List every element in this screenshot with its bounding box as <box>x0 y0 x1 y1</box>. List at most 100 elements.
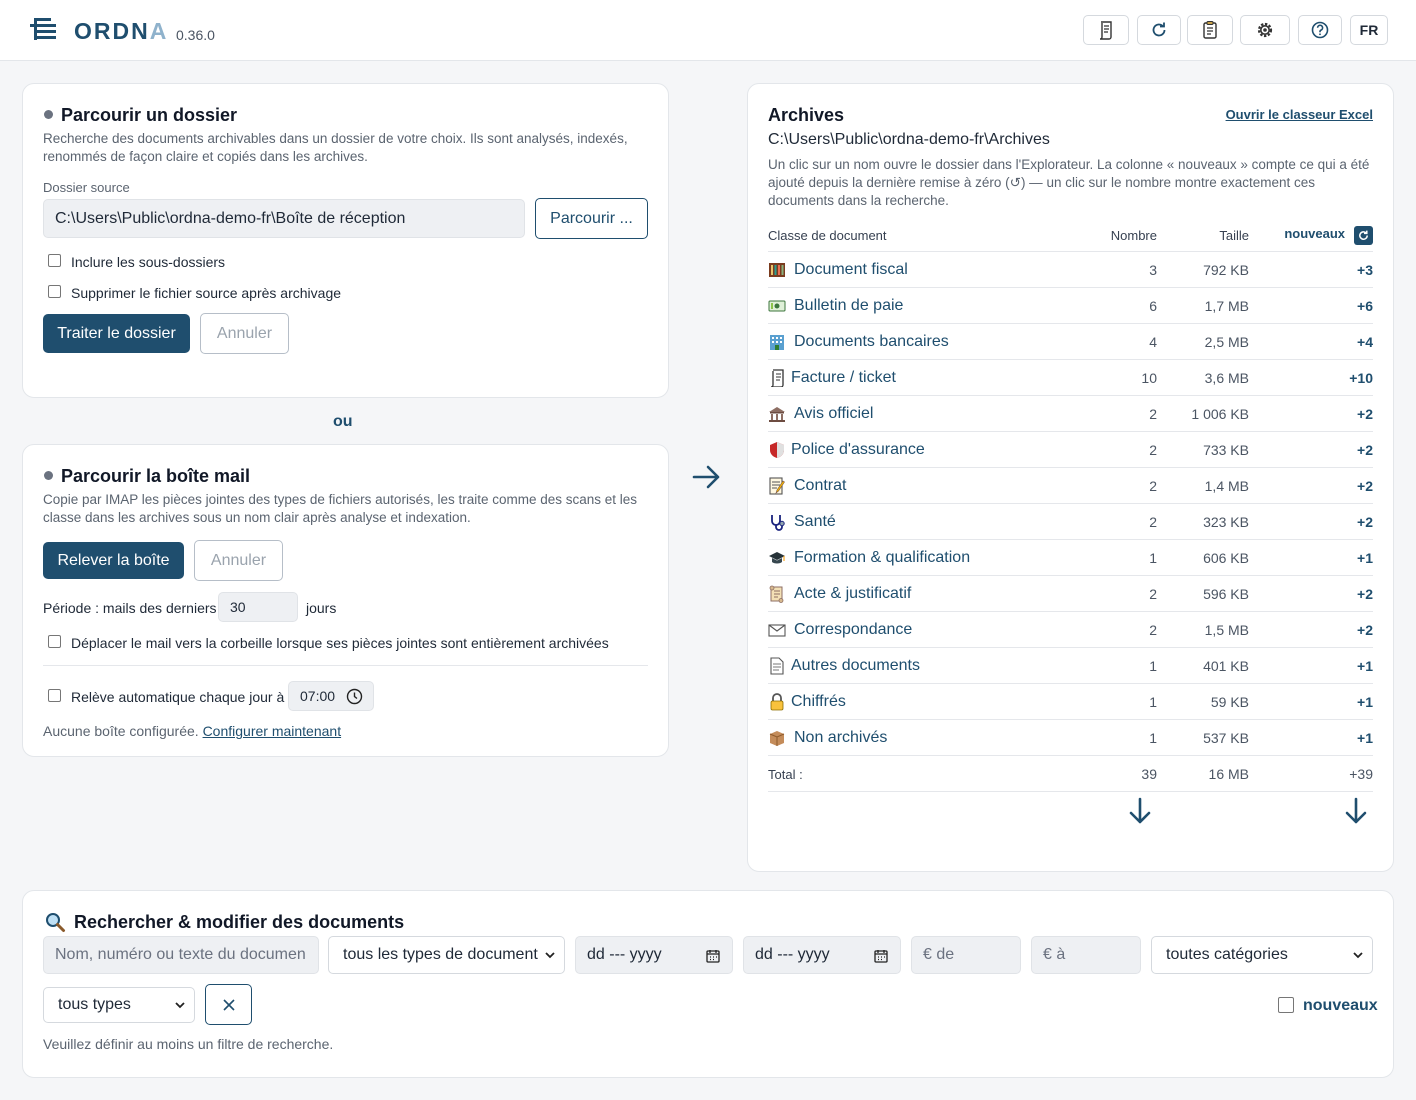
category-select[interactable]: toutes catégories <box>1151 936 1373 974</box>
configure-link[interactable]: Configurer maintenant <box>203 723 342 739</box>
process-folder-button[interactable]: Traiter le dossier <box>43 314 190 353</box>
type-select[interactable]: tous types <box>43 987 195 1023</box>
new-only-label: nouveaux <box>1303 997 1378 1014</box>
auto-fetch-checkbox[interactable] <box>48 689 61 702</box>
search-query-input[interactable]: Nom, numéro ou texte du documen <box>43 936 319 974</box>
archive-new-count[interactable]: +1 <box>1357 550 1373 566</box>
archive-count: 6 <box>1149 298 1157 314</box>
archive-class-link[interactable]: Santé <box>794 513 836 531</box>
archive-class-link[interactable]: Avis officiel <box>794 405 873 423</box>
include-subfolders-checkbox[interactable] <box>48 254 61 267</box>
period-days-input[interactable] <box>218 592 298 622</box>
clear-filters-button[interactable] <box>205 984 252 1025</box>
delete-source-checkbox[interactable] <box>48 285 61 298</box>
archive-new-count[interactable]: +2 <box>1357 442 1373 458</box>
doc-type-select[interactable]: tous les types de document <box>328 936 565 974</box>
auto-fetch-label: Relève automatique chaque jour à <box>71 689 285 705</box>
amount-to-input[interactable]: € à <box>1031 936 1141 974</box>
archive-new-count[interactable]: +6 <box>1357 298 1373 314</box>
scroll-icon <box>1099 21 1112 40</box>
archive-count: 3 <box>1149 262 1157 278</box>
archive-count: 10 <box>1141 370 1157 386</box>
box-icon <box>769 731 785 746</box>
archive-class-link[interactable]: Facture / ticket <box>791 369 896 387</box>
archive-row: Avis officiel 2 1 006 KB +2 <box>768 396 1373 432</box>
archive-new-count[interactable]: +2 <box>1357 586 1373 602</box>
archive-class-link[interactable]: Non archivés <box>794 729 887 747</box>
archive-new-count[interactable]: +1 <box>1357 658 1373 674</box>
archive-row: Santé 2 323 KB +2 <box>768 504 1373 540</box>
archive-count: 2 <box>1149 586 1157 602</box>
col-new-header: nouveaux <box>1284 226 1345 241</box>
archive-class-link[interactable]: Documents bancaires <box>794 333 949 351</box>
archive-count: 2 <box>1149 514 1157 530</box>
archive-new-count[interactable]: +2 <box>1357 514 1373 530</box>
arrow-down-icon[interactable] <box>1344 797 1368 825</box>
delete-source-label: Supprimer le fichier source après archiv… <box>71 285 342 301</box>
language-button[interactable]: FR <box>1350 15 1388 45</box>
archives-card: Archives Ouvrir le classeur Excel C:\Use… <box>747 83 1394 872</box>
browse-button[interactable]: Parcourir ... <box>535 198 648 239</box>
type-value: tous types <box>58 996 131 1013</box>
envelope-icon <box>768 624 786 637</box>
cancel-mail-button[interactable]: Annuler <box>194 540 283 581</box>
help-icon <box>1311 21 1329 39</box>
page-icon <box>770 657 784 675</box>
archive-new-count[interactable]: +1 <box>1357 694 1373 710</box>
new-only-checkbox[interactable] <box>1278 997 1294 1013</box>
archive-row: Chiffrés 1 59 KB +1 <box>768 684 1373 720</box>
archive-new-count[interactable]: +2 <box>1357 406 1373 422</box>
reset-new-button[interactable] <box>1354 226 1373 245</box>
archive-class-link[interactable]: Acte & justificatif <box>794 585 911 603</box>
archive-class-link[interactable]: Formation & qualification <box>794 549 970 567</box>
archive-size: 323 KB <box>1203 514 1249 530</box>
auto-fetch-time-input[interactable]: 07:00 <box>288 681 374 711</box>
calendar-icon <box>706 950 720 963</box>
archive-size: 1,4 MB <box>1204 478 1249 494</box>
archive-row: Autres documents 1 401 KB +1 <box>768 648 1373 684</box>
total-size: 16 MB <box>1208 766 1249 782</box>
search-hint: Veuillez définir au moins un filtre de r… <box>43 1036 334 1052</box>
graduation-cap-icon <box>769 552 785 564</box>
source-folder-input[interactable] <box>43 199 525 238</box>
archive-new-count[interactable]: +2 <box>1357 622 1373 638</box>
arrow-down-icon[interactable] <box>1128 797 1152 825</box>
fetch-mail-button[interactable]: Relever la boîte <box>43 542 184 579</box>
amount-from-input[interactable]: € de <box>911 936 1021 974</box>
doc-type-value: tous les types de document <box>343 946 538 963</box>
payslip-icon <box>768 300 786 312</box>
help-button[interactable] <box>1298 15 1342 45</box>
col-class-header: Classe de document <box>768 228 887 243</box>
archive-new-count[interactable]: +2 <box>1357 478 1373 494</box>
archive-new-count[interactable]: +1 <box>1357 730 1373 746</box>
archive-class-link[interactable]: Police d'assurance <box>791 441 925 459</box>
archive-new-count[interactable]: +4 <box>1357 334 1373 350</box>
lock-icon <box>770 693 784 711</box>
log-button[interactable] <box>1083 15 1129 45</box>
search-card: Rechercher & modifier des documents Nom,… <box>22 890 1394 1078</box>
refresh-button[interactable] <box>1137 15 1181 45</box>
app-version: 0.36.0 <box>176 27 215 43</box>
archive-new-count[interactable]: +10 <box>1349 370 1373 386</box>
archive-new-count[interactable]: +3 <box>1357 262 1373 278</box>
folder-card: Parcourir un dossier Recherche des docum… <box>22 83 669 398</box>
contract-icon <box>769 477 785 495</box>
date-to-input[interactable]: dd --- yyyy <box>743 936 901 974</box>
archive-class-link[interactable]: Bulletin de paie <box>794 297 903 315</box>
archive-row: Bulletin de paie 6 1,7 MB +6 <box>768 288 1373 324</box>
government-icon <box>769 407 785 422</box>
settings-button[interactable] <box>1240 15 1290 45</box>
clipboard-button[interactable] <box>1187 15 1233 45</box>
archive-class-link[interactable]: Document fiscal <box>794 261 908 279</box>
open-excel-link[interactable]: Ouvrir le classeur Excel <box>1226 107 1373 122</box>
trash-mail-checkbox[interactable] <box>48 635 61 648</box>
cancel-folder-button[interactable]: Annuler <box>200 313 289 354</box>
archive-class-link[interactable]: Correspondance <box>794 621 912 639</box>
archives-path[interactable]: C:\Users\Public\ordna-demo-fr\Archives <box>768 131 1050 149</box>
archive-class-link[interactable]: Contrat <box>794 477 846 495</box>
date-from-input[interactable]: dd --- yyyy <box>575 936 733 974</box>
archive-class-link[interactable]: Autres documents <box>791 657 920 675</box>
source-label: Dossier source <box>43 180 130 195</box>
search-icon <box>46 913 65 932</box>
archive-class-link[interactable]: Chiffrés <box>791 693 846 711</box>
